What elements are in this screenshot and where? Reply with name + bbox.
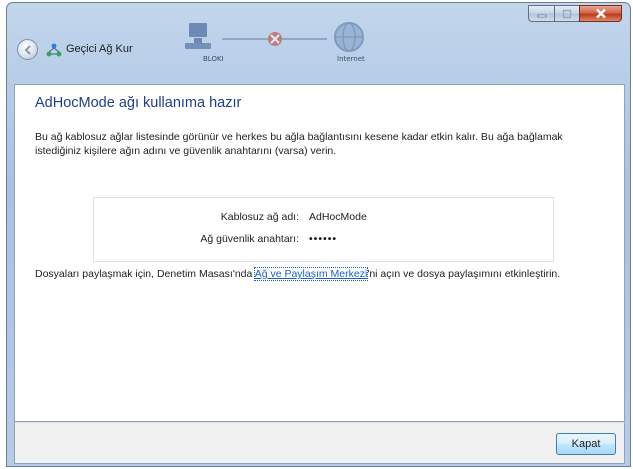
sharing-text-after: 'ni açın ve dosya paylaşımını etkinleşti… xyxy=(367,268,561,280)
content-panel: AdHocMode ağı kullanıma hazır Bu ağ kabl… xyxy=(14,84,625,422)
network-name-value: AdHocMode xyxy=(309,211,367,223)
page-heading: AdHocMode ağı kullanıma hazır xyxy=(35,95,242,111)
minimize-icon xyxy=(537,14,546,17)
diagram-caption-left: BLOKI xyxy=(203,55,224,63)
description-text: Bu ağ kablosuz ağlar listesinde görünür … xyxy=(35,131,563,157)
computer-icon xyxy=(185,23,211,49)
minimize-button[interactable] xyxy=(528,5,554,22)
maximize-button[interactable] xyxy=(554,5,579,22)
footer-bar: Kapat xyxy=(14,422,625,464)
diagram-caption-right: İnternet xyxy=(337,55,365,63)
globe-icon xyxy=(334,22,364,52)
security-key-value: •••••• xyxy=(309,233,338,245)
wizard-title: Geçici Ağ Kur xyxy=(66,43,133,55)
network-wizard-icon xyxy=(46,43,62,57)
close-button[interactable]: Kapat xyxy=(556,433,616,455)
maximize-icon xyxy=(562,9,572,18)
network-sharing-center-link[interactable]: Ağ ve Paylaşım Merkezi xyxy=(253,267,369,281)
close-icon xyxy=(595,8,606,19)
back-button[interactable] xyxy=(17,39,38,60)
security-key-row: Ağ güvenlik anahtarı: •••••• xyxy=(94,233,553,249)
close-window-button[interactable] xyxy=(579,5,622,22)
sharing-text-before: Dosyaları paylaşmak için, Denetim Masası… xyxy=(35,268,255,280)
network-name-label: Kablosuz ağ adı: xyxy=(220,211,299,223)
caption-buttons xyxy=(528,5,622,22)
title-bar[interactable]: BLOKI İnternet Geçici Ağ Kur xyxy=(7,3,630,85)
back-arrow-icon xyxy=(24,44,31,55)
network-info-box: Kablosuz ağ adı: AdHocMode Ağ güvenlik a… xyxy=(93,197,554,262)
file-sharing-text: Dosyaları paylaşmak için, Denetim Masası… xyxy=(35,267,595,281)
network-name-row: Kablosuz ağ adı: AdHocMode xyxy=(94,211,553,227)
security-key-label: Ağ güvenlik anahtarı: xyxy=(200,233,299,245)
wizard-window: BLOKI İnternet Geçici Ağ Kur AdHocMode a… xyxy=(6,2,631,467)
error-x-icon xyxy=(268,32,282,46)
